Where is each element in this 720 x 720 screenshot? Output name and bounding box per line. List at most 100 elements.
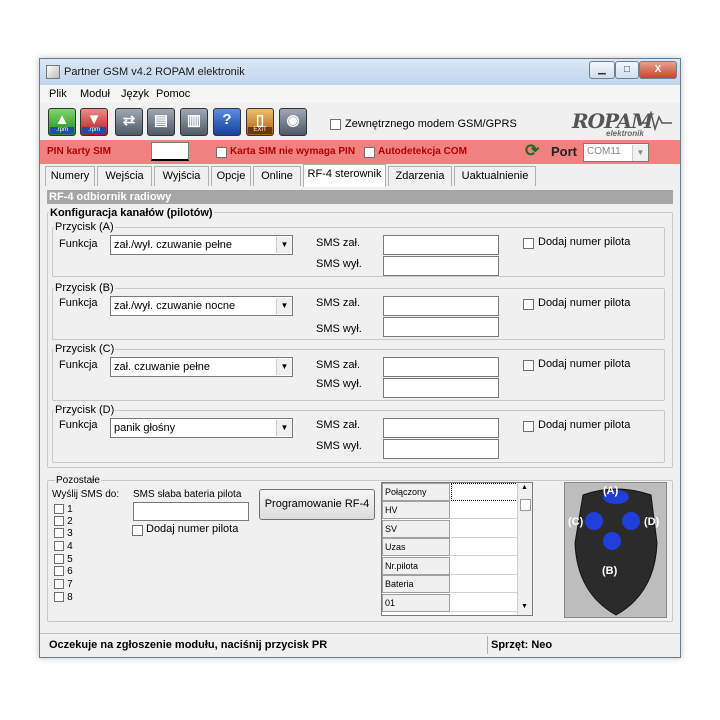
grid-row-label: HV xyxy=(382,501,450,519)
autodetect-label: Autodetekcja COM xyxy=(378,146,467,157)
grid-row-label: 01 xyxy=(382,594,450,612)
grid-row-label: SV xyxy=(382,520,450,538)
status-bar: Oczekuje na zgłoszenie modułu, naciśnij … xyxy=(40,633,680,657)
button-c-label: Przycisk (C) xyxy=(54,343,116,355)
button-d-sms-on-input[interactable] xyxy=(383,418,499,438)
write-button[interactable]: ▥ xyxy=(180,108,208,136)
sms-number-2[interactable]: 2 xyxy=(54,515,73,527)
program-rf4-button[interactable]: Programowanie RF-4 xyxy=(259,489,375,520)
button-c-add-remote-checkbox[interactable] xyxy=(523,359,534,371)
close-button[interactable]: X xyxy=(639,61,677,79)
button-b-sms-on-input[interactable] xyxy=(383,296,499,316)
function-label: Funkcja xyxy=(59,359,98,371)
sms-number-7[interactable]: 7 xyxy=(54,578,73,590)
status-divider xyxy=(487,636,488,654)
sms-number-5[interactable]: 5 xyxy=(54,553,73,565)
grid-row-label: Połączony xyxy=(382,483,450,501)
sms-off-label: SMS wył. xyxy=(316,378,362,390)
tab-wejscia[interactable]: Wejścia xyxy=(97,166,152,186)
low-battery-label: SMS słaba bateria pilota xyxy=(133,489,242,500)
button-c-function-select[interactable]: zał. czuwanie pełne ▼ xyxy=(110,357,293,377)
section-header: RF-4 odbiornik radiowy xyxy=(47,190,673,204)
button-c-sms-off-input[interactable] xyxy=(383,378,499,398)
refresh-icon[interactable]: ⟳ xyxy=(525,141,539,161)
sms-off-label: SMS wył. xyxy=(316,440,362,452)
sms-number-8[interactable]: 8 xyxy=(54,591,73,603)
sms-on-label: SMS zał. xyxy=(316,359,361,371)
upload-rpm-button[interactable]: ▲ .rpm xyxy=(48,108,76,136)
sms-number-1[interactable]: 1 xyxy=(54,503,73,515)
download-rpm-button[interactable]: ▼ .rpm xyxy=(80,108,108,136)
button-d-function-select[interactable]: panik głośny ▼ xyxy=(110,418,293,438)
chevron-up-icon[interactable]: ▲ xyxy=(521,484,528,491)
grid-scrollbar[interactable]: ▲ ▼ xyxy=(517,483,532,615)
chevron-down-icon[interactable]: ▼ xyxy=(521,603,528,610)
tab-rf4-sterownik[interactable]: RF-4 sterownik xyxy=(303,164,386,187)
low-battery-input[interactable] xyxy=(133,502,249,521)
menu-modul[interactable]: Moduł xyxy=(80,88,110,100)
sms-number-3[interactable]: 3 xyxy=(54,527,73,539)
menu-pomoc[interactable]: Pomoc xyxy=(156,88,190,100)
add-remote-label: Dodaj numer pilota xyxy=(538,297,631,309)
tab-opcje[interactable]: Opcje xyxy=(211,166,251,186)
tab-numery[interactable]: Numery xyxy=(45,166,95,186)
minimize-button[interactable]: ▁ xyxy=(589,61,615,79)
sms-on-label: SMS zał. xyxy=(316,237,361,249)
external-modem-checkbox[interactable] xyxy=(330,118,341,130)
button-c-sms-on-input[interactable] xyxy=(383,357,499,377)
external-modem-label: Zewnętrznego modem GSM/GPRS xyxy=(345,118,517,130)
sim-no-pin-label: Karta SIM nie wymaga PIN xyxy=(230,146,356,157)
ropam-logo: ROPAM elektronik xyxy=(564,109,674,138)
menu-jezyk[interactable]: Język xyxy=(121,88,149,100)
other-title: Pozostałe xyxy=(55,475,101,487)
wireless-icon: ◉ xyxy=(286,112,300,129)
help-button[interactable]: ? xyxy=(213,108,241,136)
button-a-sms-off-input[interactable] xyxy=(383,256,499,276)
sms-off-label: SMS wył. xyxy=(316,323,362,335)
autodetect-checkbox[interactable] xyxy=(364,146,375,158)
add-remote-label: Dodaj numer pilota xyxy=(538,236,631,248)
other-add-remote-checkbox[interactable] xyxy=(132,524,143,536)
button-a-function-select[interactable]: zał./wył. czuwanie pełne ▼ xyxy=(110,235,293,255)
wireless-button[interactable]: ◉ xyxy=(279,108,307,136)
toolbar: ▲ .rpm ▼ .rpm ⇄ ▤ ▥ ? ▯ EXIT ◉ Zewnętrzn… xyxy=(40,103,680,141)
button-b-add-remote-checkbox[interactable] xyxy=(523,298,534,310)
add-remote-label: Dodaj numer pilota xyxy=(538,358,631,370)
status-grid: Połączony HV SV Uzas Nr.pilota Bateria 0… xyxy=(381,482,533,616)
button-d-sms-off-input[interactable] xyxy=(383,439,499,459)
sms-number-6[interactable]: 6 xyxy=(54,565,73,577)
pin-input[interactable] xyxy=(151,142,189,161)
sms-number-4[interactable]: 4 xyxy=(54,540,73,552)
remote-label-d: (D) xyxy=(644,516,660,528)
scroll-thumb[interactable] xyxy=(520,499,531,511)
read-icon: ▤ xyxy=(153,112,169,129)
sms-off-label: SMS wył. xyxy=(316,258,362,270)
port-select[interactable]: COM11 ▼ xyxy=(583,143,649,162)
tab-uaktualnienie[interactable]: Uaktualnienie xyxy=(454,166,536,186)
button-a-add-remote-checkbox[interactable] xyxy=(523,237,534,249)
hardware-label: Sprzęt: Neo xyxy=(491,639,553,651)
button-b-sms-off-input[interactable] xyxy=(383,317,499,337)
title-bar: Partner GSM v4.2 ROPAM elektronik ▁ □ X xyxy=(40,59,680,85)
upload-icon: ▲ xyxy=(54,111,70,128)
tab-online[interactable]: Online xyxy=(253,166,301,186)
menu-bar: Plik Moduł Język Pomoc xyxy=(40,85,680,103)
remote-image: (A) (C) (D) (B) xyxy=(564,482,667,618)
grid-row-label: Bateria xyxy=(382,575,450,593)
menu-plik[interactable]: Plik xyxy=(49,88,67,100)
connect-button[interactable]: ⇄ xyxy=(115,108,143,136)
app-window: Partner GSM v4.2 ROPAM elektronik ▁ □ X … xyxy=(39,58,681,658)
tab-zdarzenia[interactable]: Zdarzenia xyxy=(388,166,452,186)
app-icon xyxy=(46,65,60,79)
connect-icon: ⇄ xyxy=(122,112,136,129)
button-b-function-select[interactable]: zał./wył. czuwanie nocne ▼ xyxy=(110,296,293,316)
button-a-sms-on-input[interactable] xyxy=(383,235,499,255)
maximize-button[interactable]: □ xyxy=(615,61,639,79)
button-d-label: Przycisk (D) xyxy=(54,404,116,416)
exit-button[interactable]: ▯ EXIT xyxy=(246,108,274,136)
tab-wyjscia[interactable]: Wyjścia xyxy=(154,166,209,186)
sms-on-label: SMS zał. xyxy=(316,297,361,309)
button-d-add-remote-checkbox[interactable] xyxy=(523,420,534,432)
read-button[interactable]: ▤ xyxy=(147,108,175,136)
sim-no-pin-checkbox[interactable] xyxy=(216,146,227,158)
